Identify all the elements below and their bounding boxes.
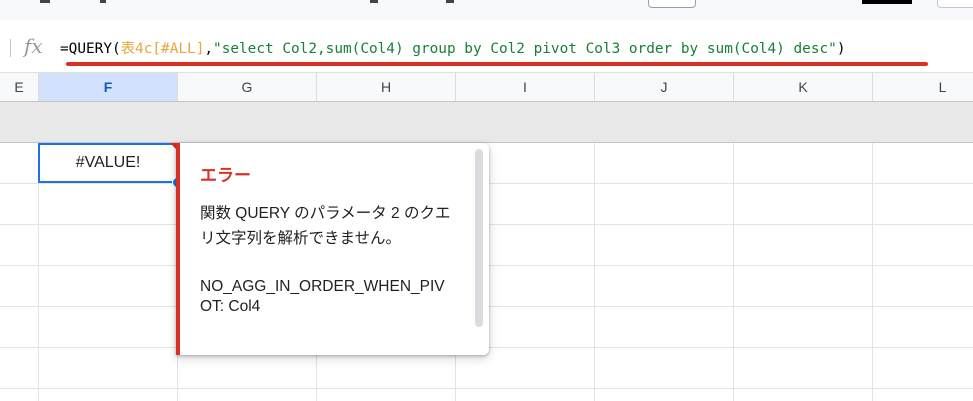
formula-suffix: )	[836, 41, 846, 57]
error-title: エラー	[200, 166, 251, 185]
column-header-row: E F G H I J K L	[0, 73, 973, 102]
formula-range-reference: 表4c[#ALL]	[120, 41, 205, 57]
error-code: NO_AGG_IN_ORDER_WHEN_PIVOT: Col4	[200, 278, 445, 315]
formula-prefix: =QUERY(	[60, 41, 121, 57]
column-header-f[interactable]: F	[39, 73, 178, 101]
toolbar-button[interactable]	[648, 0, 696, 8]
column-header-g[interactable]: G	[178, 73, 317, 101]
formula-query-string: "select Col2,sum(Col4) group by Col2 piv…	[213, 41, 837, 57]
toolbar-icon-fragment[interactable]	[40, 0, 50, 3]
column-header-e[interactable]: E	[0, 73, 39, 101]
formula-bar[interactable]: fx =QUERY(表4c[#ALL],"select Col2,sum(Col…	[0, 20, 973, 73]
popup-scrollbar[interactable]	[475, 149, 483, 349]
error-popup: エラー 関数 QUERY のパラメータ 2 のクエリ文字列を解析できません。 N…	[176, 143, 489, 355]
grid-line	[0, 388, 973, 389]
grid-line	[733, 143, 734, 401]
toolbar-icon-fragment[interactable]	[100, 0, 106, 3]
active-cell[interactable]: #VALUE!	[38, 143, 178, 183]
column-header-k[interactable]: K	[734, 73, 873, 101]
formula-bar-divider	[10, 39, 11, 57]
toolbar-button[interactable]	[937, 0, 973, 8]
column-header-h[interactable]: H	[317, 73, 456, 101]
column-header-j[interactable]: J	[595, 73, 734, 101]
formula-input[interactable]: =QUERY(表4c[#ALL],"select Col2,sum(Col4) …	[60, 37, 846, 58]
grid-line	[872, 143, 873, 401]
toolbar-strip	[0, 0, 973, 20]
grid-line	[594, 143, 595, 401]
column-header-i[interactable]: I	[456, 73, 595, 101]
frozen-row-band[interactable]	[0, 102, 973, 143]
popup-scrollbar-thumb[interactable]	[475, 149, 483, 327]
toolbar-color-swatch[interactable]	[862, 0, 912, 4]
formula-comma: ,	[204, 41, 214, 57]
error-message: 関数 QUERY のパラメータ 2 のクエリ文字列を解析できません。	[200, 205, 451, 247]
column-header-l[interactable]: L	[873, 73, 973, 101]
toolbar-icon-fragment[interactable]	[446, 0, 454, 3]
toolbar-icon-fragment[interactable]	[370, 0, 378, 3]
error-underline	[66, 62, 928, 66]
fx-icon: fx	[24, 34, 43, 58]
